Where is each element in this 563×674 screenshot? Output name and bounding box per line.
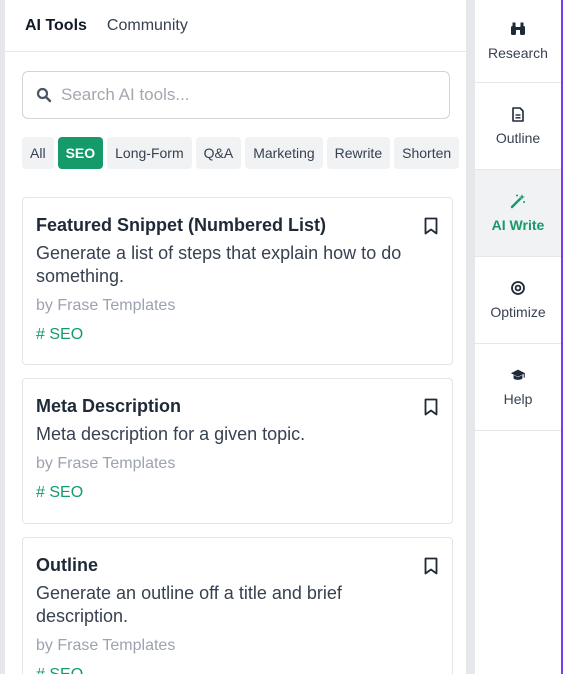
- target-icon: [510, 280, 526, 296]
- card-author: by Frase Templates: [36, 297, 176, 314]
- card-tag[interactable]: # SEO: [36, 483, 439, 503]
- nav-item-ai-write[interactable]: AI Write: [475, 170, 561, 257]
- tool-card-featured-snippet[interactable]: Featured Snippet (Numbered List) Generat…: [22, 197, 453, 365]
- nav-item-outline[interactable]: Outline: [475, 83, 561, 170]
- card-tag[interactable]: # SEO: [36, 325, 439, 345]
- bookmark-icon[interactable]: [424, 398, 438, 416]
- side-nav: Research Outline AI Write Optimize Help: [475, 0, 563, 674]
- nav-label: AI Write: [491, 217, 545, 233]
- card-description: Generate an outline off a title and brie…: [36, 583, 342, 626]
- document-icon: [510, 106, 526, 122]
- panel-tabs: AI Tools Community: [5, 0, 466, 52]
- bookmark-icon[interactable]: [424, 557, 438, 575]
- ai-tools-panel: AI Tools Community All SEO Long-Form Q&A…: [5, 0, 466, 674]
- app-root: AI Tools Community All SEO Long-Form Q&A…: [0, 0, 563, 674]
- card-tag[interactable]: # SEO: [36, 665, 439, 674]
- card-author: by Frase Templates: [36, 455, 176, 472]
- card-description: Meta description for a given topic.: [36, 424, 306, 444]
- card-title: Outline: [36, 555, 98, 575]
- nav-label: Outline: [495, 130, 541, 146]
- tab-ai-tools[interactable]: AI Tools: [25, 17, 87, 35]
- nav-label: Research: [488, 45, 548, 61]
- card-author: by Frase Templates: [36, 637, 176, 654]
- nav-label: Help: [503, 391, 533, 407]
- filter-all[interactable]: All: [22, 137, 54, 169]
- filter-rewrite[interactable]: Rewrite: [326, 137, 391, 169]
- nav-item-research[interactable]: Research: [475, 0, 561, 83]
- graduation-cap-icon: [510, 367, 526, 383]
- search-box[interactable]: [22, 71, 450, 119]
- nav-item-optimize[interactable]: Optimize: [475, 257, 561, 344]
- filter-marketing[interactable]: Marketing: [245, 137, 323, 169]
- filter-shorten[interactable]: Shorten: [394, 137, 460, 169]
- card-description: Generate a list of steps that explain ho…: [36, 243, 402, 286]
- filter-chips: All SEO Long-Form Q&A Marketing Rewrite …: [22, 137, 463, 169]
- magic-wand-icon: [510, 193, 526, 209]
- search-icon: [36, 87, 52, 103]
- card-title: Meta Description: [36, 396, 182, 416]
- nav-item-help[interactable]: Help: [475, 344, 561, 431]
- card-title: Featured Snippet (Numbered List): [36, 215, 327, 235]
- search-input[interactable]: [61, 85, 431, 105]
- nav-label: Optimize: [490, 304, 546, 320]
- filter-seo[interactable]: SEO: [57, 137, 104, 169]
- filter-long-form[interactable]: Long-Form: [107, 137, 192, 169]
- bookmark-icon[interactable]: [424, 217, 438, 235]
- filter-qa[interactable]: Q&A: [195, 137, 242, 169]
- tool-card-outline[interactable]: Outline Generate an outline off a title …: [22, 537, 453, 674]
- tool-card-meta-description[interactable]: Meta Description Meta description for a …: [22, 378, 453, 524]
- tab-community[interactable]: Community: [107, 17, 188, 35]
- binoculars-icon: [510, 21, 526, 37]
